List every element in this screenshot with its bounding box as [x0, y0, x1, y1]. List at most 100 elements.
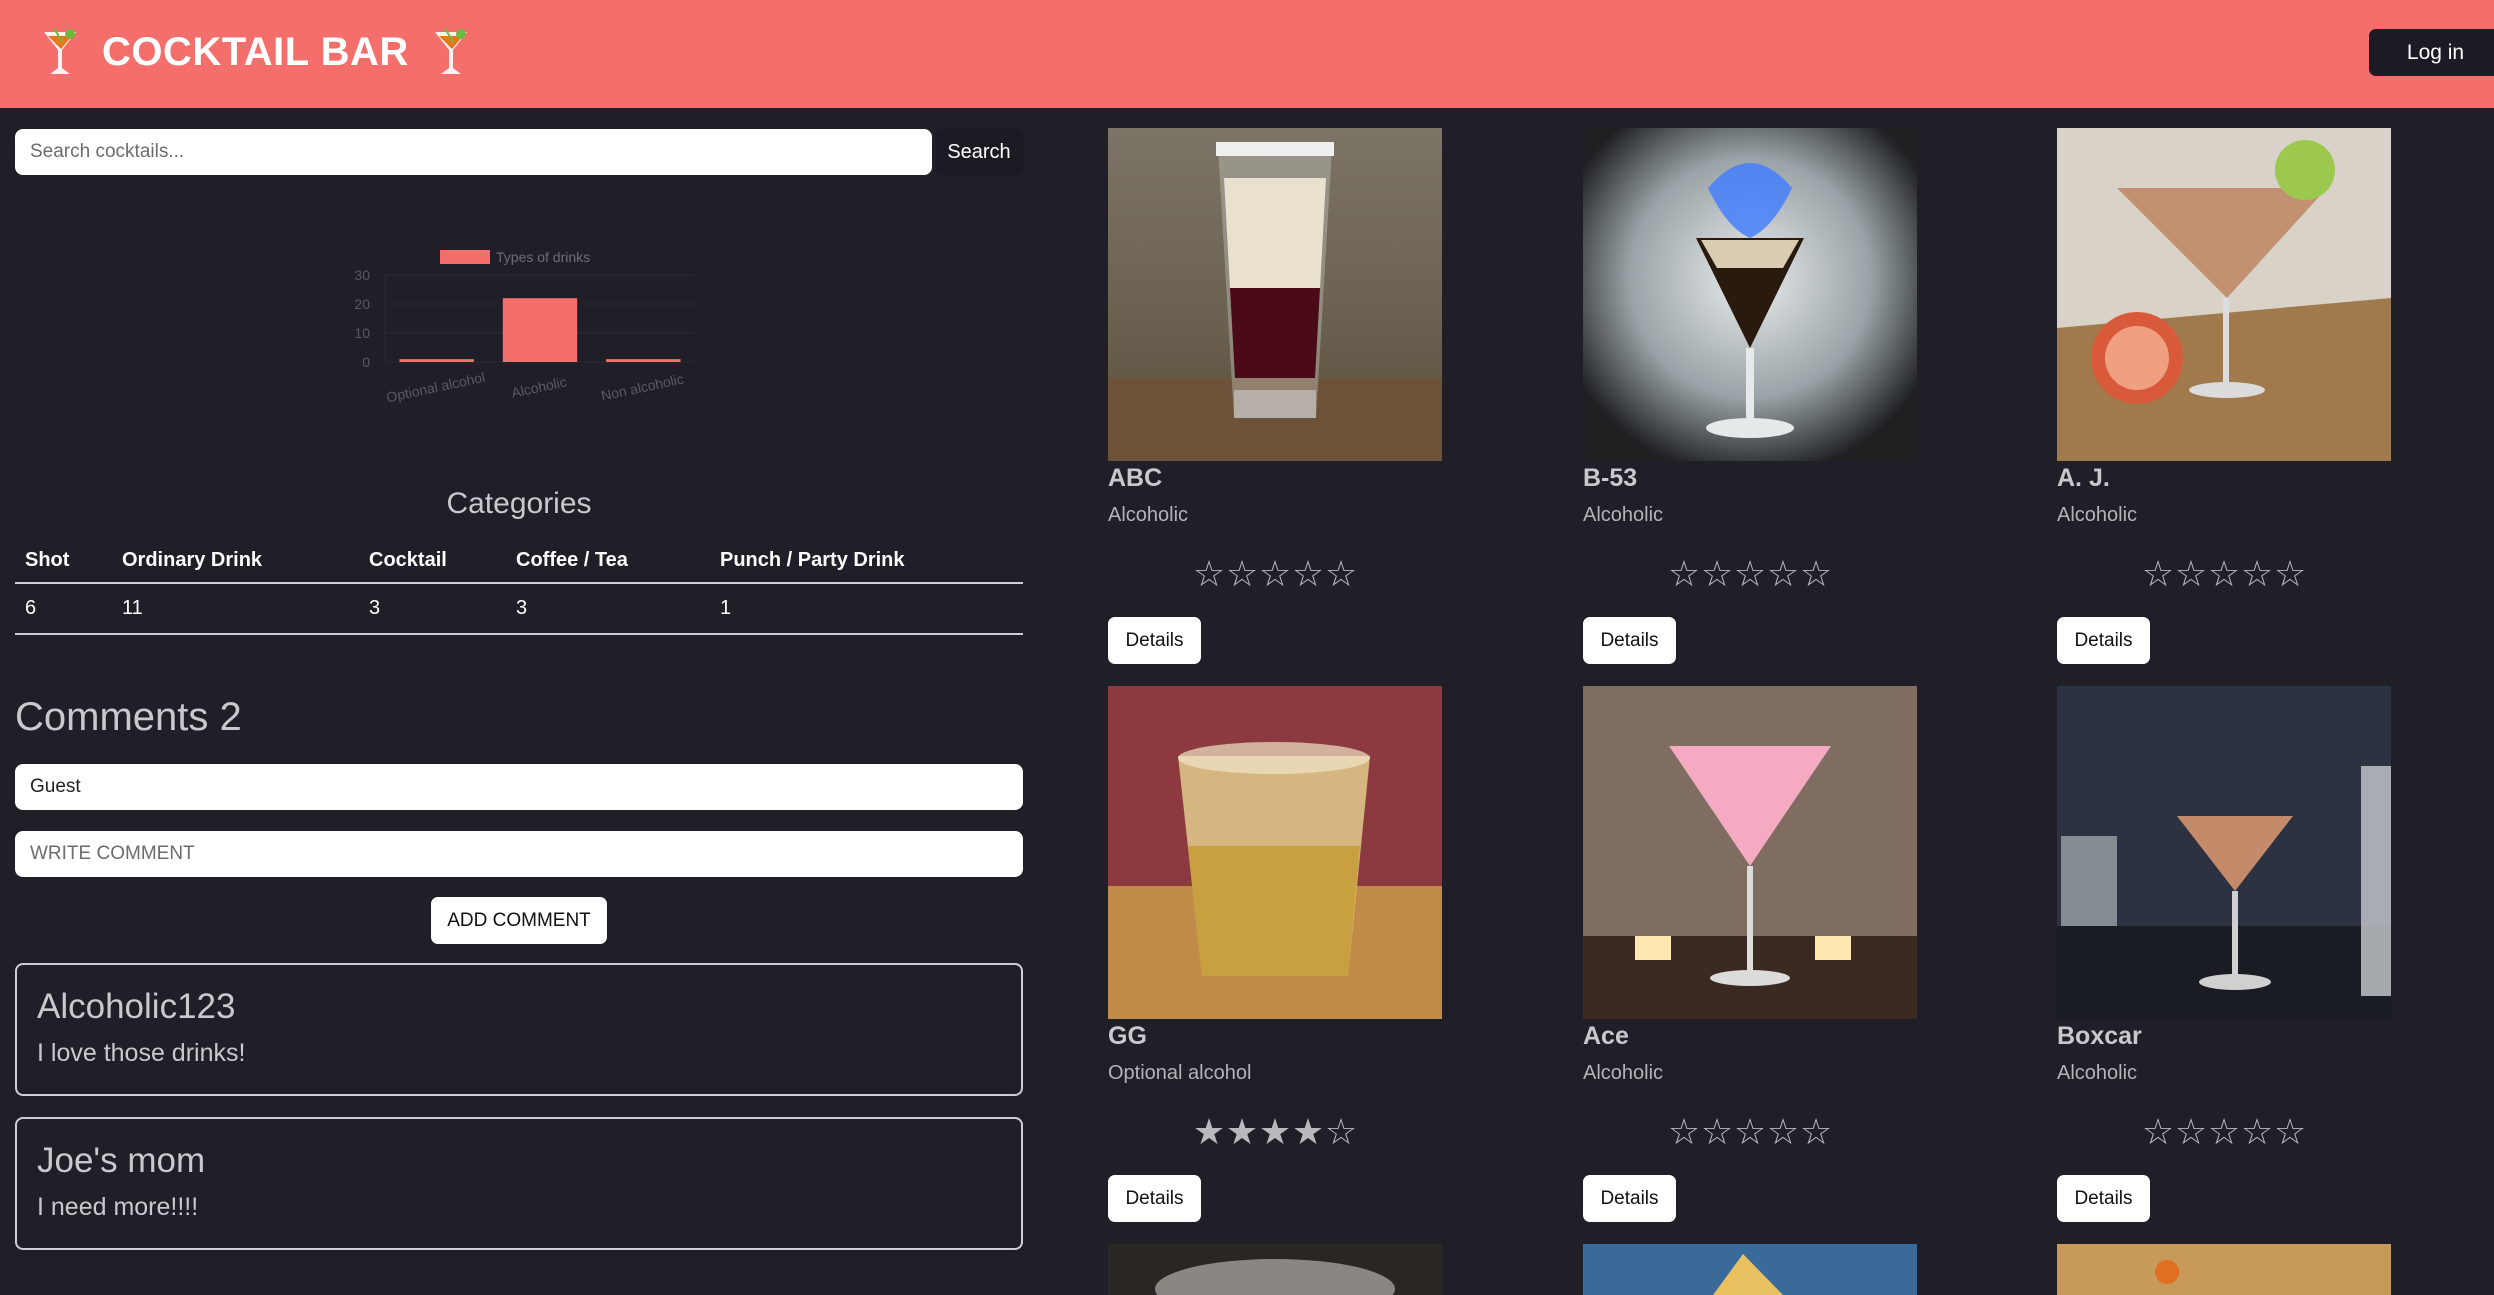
star-empty-icon[interactable]: ☆ [2208, 553, 2241, 595]
chart-bar [606, 359, 681, 362]
y-tick-label: 10 [354, 325, 370, 341]
star-empty-icon[interactable]: ☆ [1800, 553, 1833, 595]
cocktail-type: Alcoholic [1583, 504, 1664, 526]
table-cell: 6 [15, 583, 112, 635]
rating-stars[interactable]: ☆☆☆☆☆ [1108, 553, 1442, 595]
app-title: COCKTAIL BAR [102, 29, 409, 74]
cocktail-name: A. J. [2057, 464, 2110, 492]
chart-bar [399, 359, 474, 362]
star-filled-icon[interactable]: ★ [1193, 1111, 1226, 1153]
cocktail-name: B-53 [1583, 464, 1638, 492]
star-empty-icon[interactable]: ☆ [1767, 553, 1800, 595]
column-header: Cocktail [359, 538, 506, 584]
cocktail-photo [2057, 1244, 2391, 1295]
cocktail-type: Alcoholic [1583, 1062, 1664, 1084]
details-button[interactable]: Details [2057, 1175, 2150, 1222]
cocktail-name: Boxcar [2057, 1022, 2142, 1050]
legend-swatch [440, 250, 490, 264]
star-empty-icon[interactable]: ☆ [2241, 1111, 2274, 1153]
star-empty-icon[interactable]: ☆ [1668, 553, 1701, 595]
brand: COCKTAIL BAR [40, 22, 471, 82]
comments-title: Comments 2 [15, 695, 242, 739]
table-cell: 1 [710, 583, 1023, 635]
chart-svg: Types of drinks 0 10 20 30 Optional alcohol… [354, 249, 695, 406]
star-empty-icon[interactable]: ☆ [1292, 553, 1325, 595]
details-button[interactable]: Details [1108, 617, 1201, 664]
table-cell: 11 [112, 583, 359, 635]
cocktail-type: Optional alcohol [1108, 1062, 1252, 1084]
star-empty-icon[interactable]: ☆ [1259, 553, 1292, 595]
rating-stars[interactable]: ★★★★☆ [1108, 1111, 1442, 1153]
cocktail-photo [2057, 128, 2391, 461]
star-empty-icon[interactable]: ☆ [1325, 1111, 1358, 1153]
star-empty-icon[interactable]: ☆ [1767, 1111, 1800, 1153]
rating-stars[interactable]: ☆☆☆☆☆ [1583, 553, 1917, 595]
details-button[interactable]: Details [1583, 1175, 1676, 1222]
chart-bar [502, 298, 578, 362]
star-empty-icon[interactable]: ☆ [2142, 553, 2175, 595]
star-empty-icon[interactable]: ☆ [1701, 1111, 1734, 1153]
star-filled-icon[interactable]: ★ [1292, 1111, 1325, 1153]
star-empty-icon[interactable]: ☆ [1734, 1111, 1767, 1153]
cocktail-photo [1583, 128, 1917, 461]
y-tick-label: 20 [354, 296, 370, 312]
cocktail-card: Ace Alcoholic ☆☆☆☆☆ Details [1583, 686, 1917, 1226]
cocktail-type: Alcoholic [2057, 504, 2138, 526]
login-button[interactable]: Log in [2369, 29, 2494, 76]
star-empty-icon[interactable]: ☆ [1701, 553, 1734, 595]
column-header: Punch / Party Drink [710, 538, 1023, 584]
comment-card: Alcoholic123 I love those drinks! [15, 963, 1023, 1096]
cocktail-photo [2057, 686, 2391, 1019]
categories-title: Categories [446, 487, 592, 520]
star-empty-icon[interactable]: ☆ [1734, 553, 1767, 595]
cocktail-name: GG [1108, 1022, 1147, 1050]
star-empty-icon[interactable]: ☆ [1325, 553, 1358, 595]
cocktail-icon [434, 27, 467, 74]
x-tick-label: Alcoholic [510, 373, 568, 400]
cocktail-card: A. J. Alcoholic ☆☆☆☆☆ Details [2057, 128, 2391, 668]
cocktail-name: ABC [1108, 464, 1163, 492]
star-empty-icon[interactable]: ☆ [1193, 553, 1226, 595]
drink-types-chart: Types of drinks 0 10 20 30 Optional alcohol… [330, 230, 710, 430]
star-filled-icon[interactable]: ★ [1259, 1111, 1292, 1153]
cocktail-photo [1108, 128, 1442, 461]
table-row: 6 11 3 3 1 [15, 583, 1023, 635]
cocktail-photo [1108, 686, 1442, 1019]
comment-card: Joe's mom I need more!!!! [15, 1117, 1023, 1250]
star-empty-icon[interactable]: ☆ [2175, 553, 2208, 595]
search-input[interactable] [15, 129, 932, 175]
star-empty-icon[interactable]: ☆ [2241, 553, 2274, 595]
rating-stars[interactable]: ☆☆☆☆☆ [2057, 1111, 2391, 1153]
star-empty-icon[interactable]: ☆ [1226, 553, 1259, 595]
y-tick-label: 30 [354, 267, 370, 283]
star-empty-icon[interactable]: ☆ [2208, 1111, 2241, 1153]
table-cell: 3 [359, 583, 506, 635]
star-empty-icon[interactable]: ☆ [1668, 1111, 1701, 1153]
details-button[interactable]: Details [1108, 1175, 1201, 1222]
cocktail-name: Ace [1583, 1022, 1629, 1050]
star-empty-icon[interactable]: ☆ [2274, 553, 2307, 595]
cocktail-icon [44, 27, 76, 74]
star-empty-icon[interactable]: ☆ [2142, 1111, 2175, 1153]
star-filled-icon[interactable]: ★ [1226, 1111, 1259, 1153]
rating-stars[interactable]: ☆☆☆☆☆ [2057, 553, 2391, 595]
add-comment-button[interactable]: ADD COMMENT [431, 897, 607, 944]
comment-text: I need more!!!! [37, 1193, 199, 1221]
star-empty-icon[interactable]: ☆ [1800, 1111, 1833, 1153]
comment-author: Joe's mom [37, 1141, 206, 1180]
details-button[interactable]: Details [1583, 617, 1676, 664]
details-button[interactable]: Details [2057, 617, 2150, 664]
x-tick-label: Non alcoholic [600, 371, 686, 404]
search-button[interactable]: Search [935, 129, 1023, 175]
legend-label: Types of drinks [496, 249, 590, 265]
star-empty-icon[interactable]: ☆ [2175, 1111, 2208, 1153]
x-tick-label: Optional alcohol [385, 369, 487, 406]
table-header-row: Shot Ordinary Drink Cocktail Coffee / Te… [15, 538, 1023, 584]
cocktail-card: GG Optional alcohol ★★★★☆ Details [1108, 686, 1442, 1226]
cocktail-type: Alcoholic [2057, 1062, 2138, 1084]
table-cell: 3 [506, 583, 710, 635]
star-empty-icon[interactable]: ☆ [2274, 1111, 2307, 1153]
name-field[interactable] [15, 764, 1023, 810]
rating-stars[interactable]: ☆☆☆☆☆ [1583, 1111, 1917, 1153]
comment-field[interactable] [15, 831, 1023, 877]
